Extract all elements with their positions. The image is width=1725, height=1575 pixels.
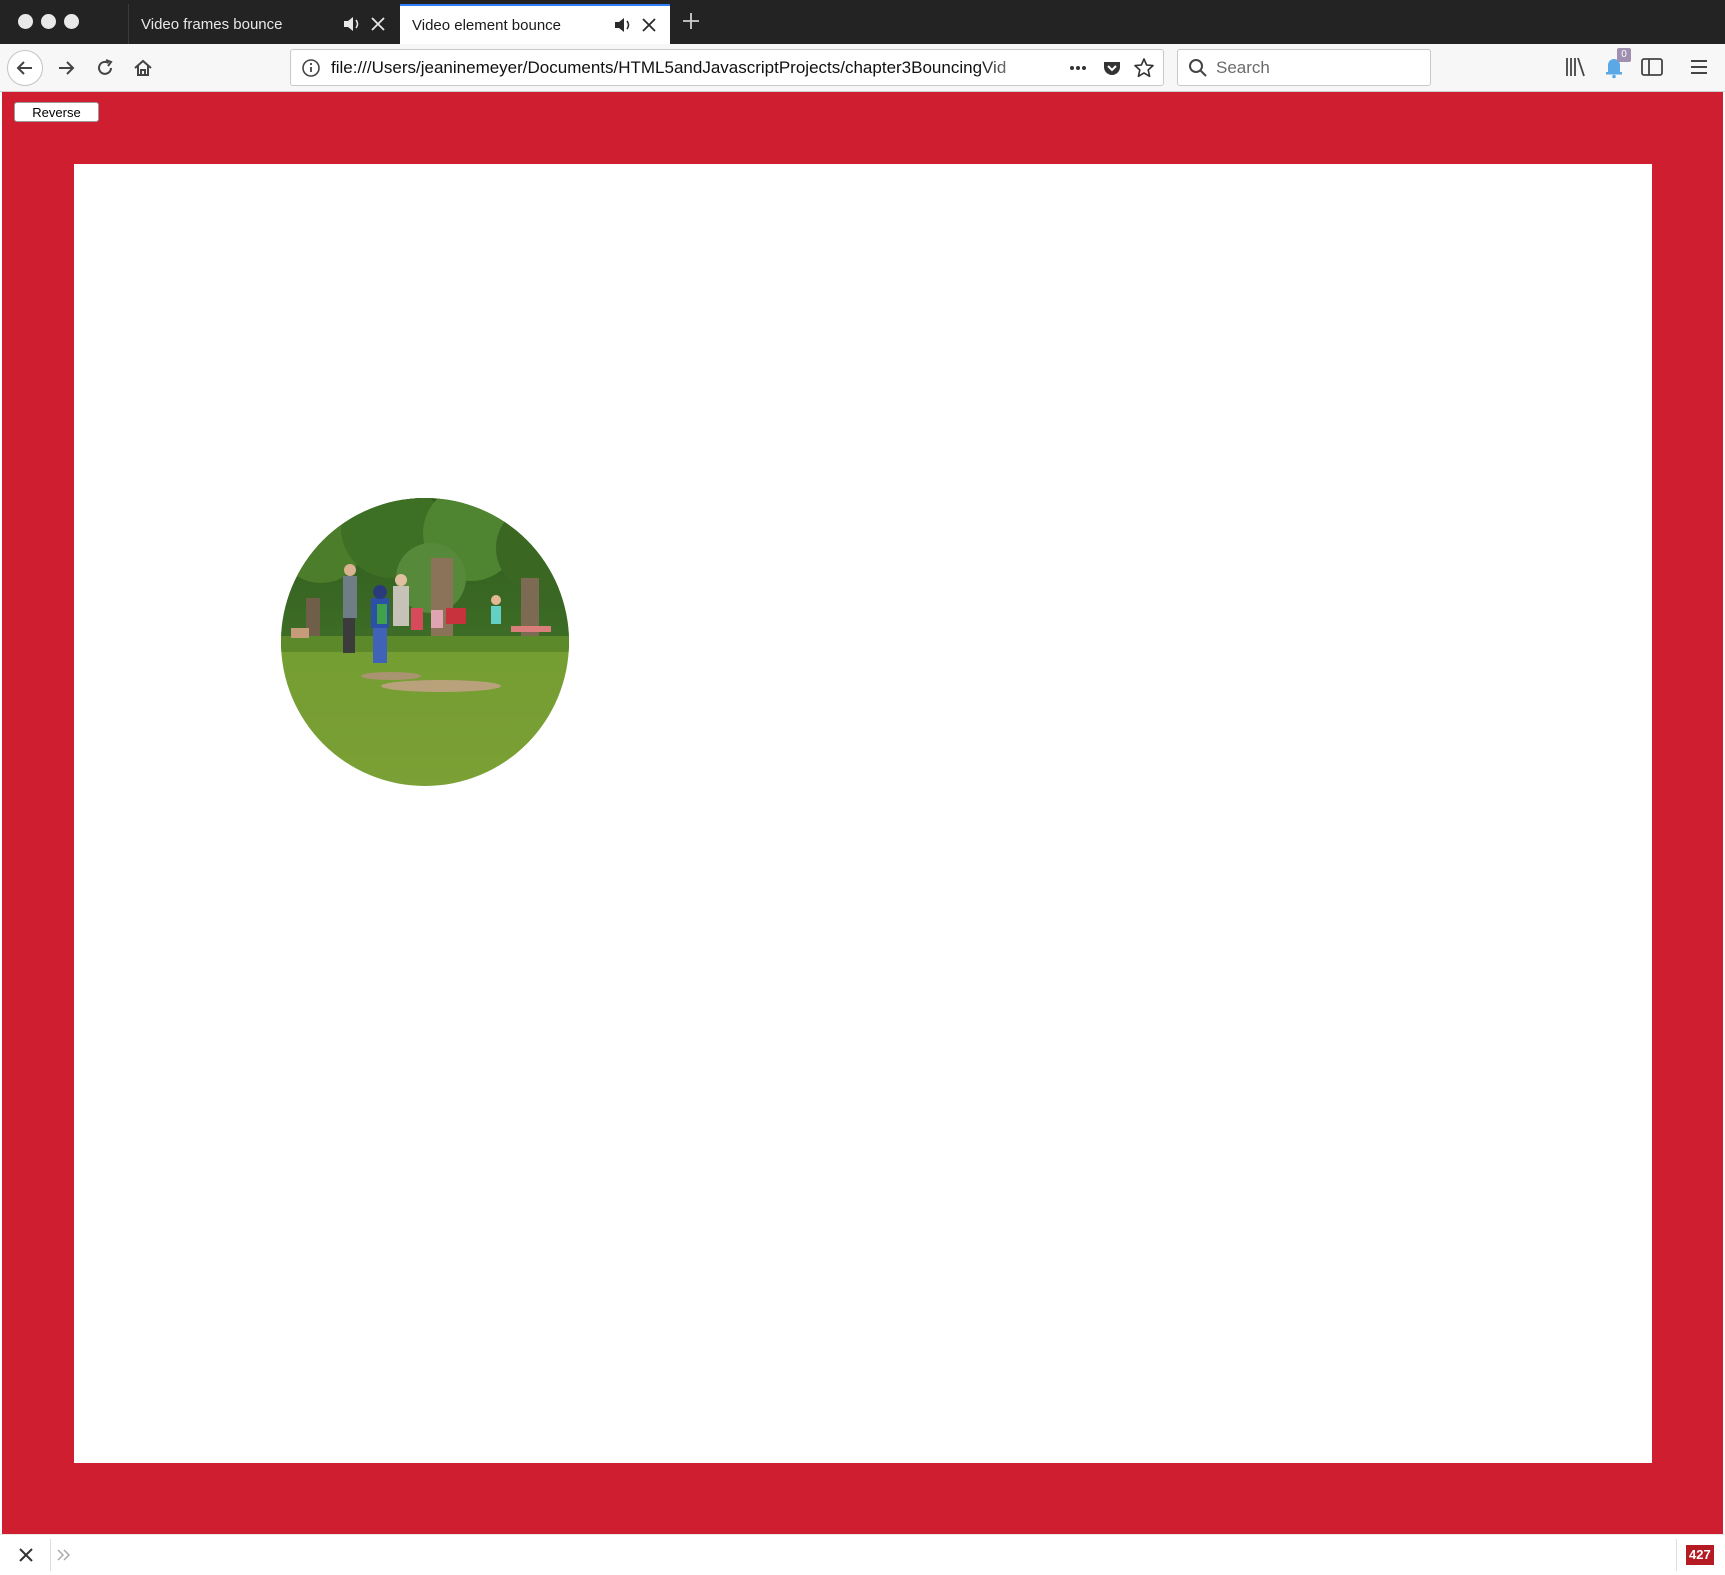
tab-video-element-bounce[interactable]: Video element bounce [400, 4, 670, 44]
close-tab-icon[interactable] [640, 16, 658, 34]
notification-button[interactable]: 0 [1601, 48, 1631, 80]
forward-arrow-icon [59, 61, 75, 75]
speaker-icon[interactable] [341, 13, 363, 35]
home-button[interactable] [125, 50, 161, 86]
video-frame-park-scene [281, 498, 569, 786]
search-icon [1189, 59, 1207, 77]
bouncing-video-circle [281, 498, 569, 786]
bounce-canvas [74, 164, 1652, 1463]
notification-count-badge: 0 [1617, 48, 1631, 62]
page-actions-more-icon[interactable] [1067, 57, 1089, 79]
sidebar-toggle-icon[interactable] [1639, 54, 1665, 80]
reload-button[interactable] [87, 50, 123, 86]
tab-strip: Video frames bounce Video element bounce [0, 0, 1725, 44]
address-bar[interactable]: file:///Users/jeaninemeyer/Documents/HTM… [290, 49, 1164, 86]
back-arrow-icon [16, 61, 32, 75]
reload-icon [98, 59, 113, 75]
close-tab-icon[interactable] [369, 15, 387, 33]
tab-title: Video frames bounce [141, 15, 283, 33]
url-text[interactable]: file:///Users/jeaninemeyer/Documents/HTM… [331, 58, 1051, 78]
bookmark-star-icon[interactable] [1133, 57, 1155, 79]
counter-badge: 427 [1686, 1545, 1714, 1565]
search-input[interactable] [1216, 56, 1416, 80]
minimize-window-dot-icon[interactable] [41, 14, 56, 29]
hamburger-menu-icon[interactable] [1686, 54, 1712, 80]
back-button[interactable] [7, 50, 43, 86]
navigation-toolbar: file:///Users/jeaninemeyer/Documents/HTM… [0, 44, 1725, 92]
divider [50, 1539, 51, 1571]
reverse-button[interactable]: Reverse [14, 102, 99, 122]
chevron-double-right-icon[interactable] [54, 1545, 74, 1565]
bottom-toolbar: 427 [0, 1534, 1725, 1575]
home-icon [134, 59, 152, 76]
forward-button[interactable] [48, 50, 84, 86]
site-info-icon[interactable] [301, 58, 321, 78]
divider [1676, 1539, 1677, 1571]
pocket-icon[interactable] [1101, 57, 1123, 79]
library-icon[interactable] [1563, 54, 1589, 80]
new-tab-plus-icon[interactable] [680, 10, 702, 32]
page-background: Reverse [2, 92, 1723, 1534]
close-window-dot-icon[interactable] [18, 14, 33, 29]
zoom-window-dot-icon[interactable] [64, 14, 79, 29]
close-icon[interactable] [16, 1545, 36, 1565]
tab-title: Video element bounce [412, 16, 562, 34]
tab-video-frames-bounce[interactable]: Video frames bounce [128, 4, 399, 44]
search-bar[interactable] [1177, 49, 1431, 86]
speaker-icon[interactable] [612, 14, 634, 36]
